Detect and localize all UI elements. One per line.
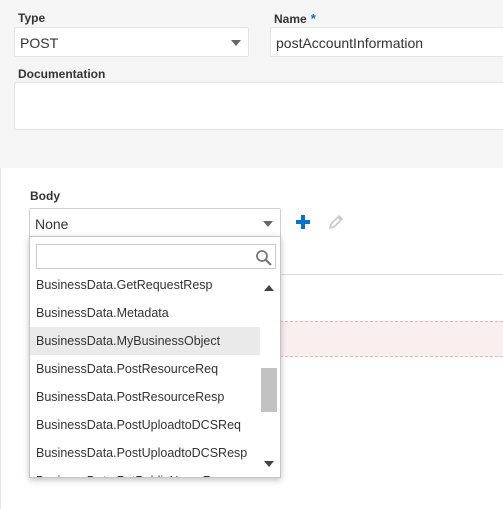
list-item[interactable]: BusinessData.PostResourceReq: [30, 355, 260, 383]
required-asterisk: *: [310, 11, 316, 26]
body-select[interactable]: None: [29, 208, 281, 238]
type-select-value: POST: [20, 35, 59, 51]
pencil-icon[interactable]: [327, 213, 345, 231]
list-item[interactable]: BusinessData.GetRequestResp: [30, 271, 260, 299]
scroll-up-arrow-icon[interactable]: [263, 284, 275, 292]
documentation-textarea[interactable]: [14, 82, 503, 130]
type-label: Type: [18, 11, 46, 25]
list-item[interactable]: BusinessData.Metadata: [30, 299, 260, 327]
error-row: [280, 321, 503, 357]
list-item[interactable]: BusinessData.PostUploadtoDCSReq: [30, 411, 260, 439]
type-select[interactable]: POST: [14, 27, 249, 57]
name-label: Name *: [274, 11, 316, 26]
body-label: Body: [30, 189, 60, 203]
chevron-down-icon: [231, 40, 241, 46]
scroll-down-arrow-icon[interactable]: [263, 460, 275, 468]
body-select-value: None: [35, 216, 69, 232]
dropdown-options: BusinessData.GetRequestResp BusinessData…: [30, 271, 260, 477]
list-item-selected[interactable]: BusinessData.MyBusinessObject: [30, 327, 260, 355]
documentation-label: Documentation: [18, 67, 106, 81]
list-item[interactable]: BusinessData.PostResourceResp: [30, 383, 260, 411]
body-dropdown-list[interactable]: BusinessData.GetRequestResp BusinessData…: [29, 236, 281, 478]
list-item[interactable]: BusinessData.PutPublicNameResp: [30, 467, 260, 477]
name-input[interactable]: postAccountInformation: [270, 27, 503, 57]
list-item[interactable]: BusinessData.PostUploadtoDCSResp: [30, 439, 260, 467]
dropdown-search-box[interactable]: [36, 244, 276, 269]
dropdown-search-input[interactable]: [37, 245, 247, 268]
search-icon[interactable]: [255, 249, 273, 267]
name-input-value: postAccountInformation: [276, 35, 424, 51]
plus-icon[interactable]: [295, 214, 311, 230]
chevron-down-icon: [263, 221, 273, 227]
divider: [280, 274, 503, 275]
scrollbar-thumb[interactable]: [261, 368, 277, 412]
divider: [0, 168, 1, 509]
